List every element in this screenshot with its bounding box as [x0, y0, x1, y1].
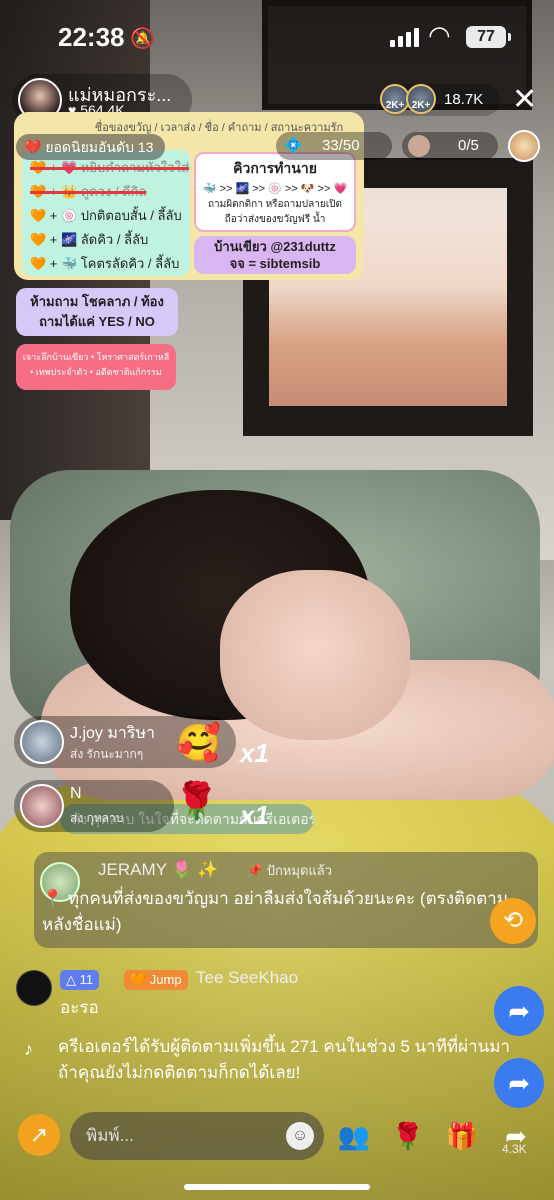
home-line: จจ = sibtemsib — [229, 256, 321, 271]
gift-menu-item: 🧡 + 👑 ดูดวง / ดีกิล — [30, 184, 147, 199]
system-message: ♪ ครีเอเตอร์ได้รับผู้ติดตามเพิ่มขึ้น 271… — [24, 1034, 524, 1086]
share-icon[interactable]: ➦ — [494, 1058, 544, 1108]
gift-count: x1 — [240, 738, 269, 768]
pinned-username: JERAMY 🌷 ✨ — [98, 860, 219, 879]
viewer-avatar-2[interactable]: 2K+ — [406, 84, 436, 114]
gift-sender-avatar[interactable] — [20, 720, 64, 764]
home-card: บ้านเขียว @231duttz จจ = sibtemsib — [194, 236, 356, 274]
wifi-icon: ◠ — [428, 20, 451, 50]
commenter-name: Tee SeeKhao — [196, 968, 299, 987]
rose-gift-icon: 🌹 — [174, 780, 219, 821]
pinned-label: 📌 ปักหมุดแล้ว — [246, 863, 333, 878]
rules-line: เจาะลึกบ้านเขียว • โหราศาสตร์เกาหลี — [22, 352, 170, 362]
gift-icon[interactable]: 🎁 — [442, 1116, 482, 1156]
share-count: 4.3K — [502, 1142, 527, 1156]
viewer-count[interactable]: 18.7K — [444, 91, 483, 108]
rules-card-1: ห้ามถาม โชคลาภ / ท้อง ถามได้แค่ YES / NO — [16, 288, 178, 336]
comment-placeholder: พิมพ์... — [86, 1126, 134, 1145]
queue-card: คิวการทำนาย 🐳 >> 🌌 >> 🍥 >> 🐶 >> 💗 ถามผิด… — [194, 152, 356, 232]
pinned-text: 📍 ทุกคนที่ส่งของขวัญมา อย่าลืมส่งใจส้มด้… — [42, 889, 508, 934]
home-line: บ้านเขียว @231duttz — [214, 239, 336, 254]
commenter-avatar[interactable] — [16, 970, 52, 1006]
status-bar: 22:38 🔕 ◠ 77 — [0, 0, 554, 72]
rules-line: ห้ามถาม โชคลาภ / ท้อง — [30, 294, 164, 309]
ranking-badge[interactable]: 💔 ยอดนิยมอันดับ 13 — [16, 134, 166, 160]
gift-sender-name: J.joy มาริษา — [70, 725, 155, 742]
multi-guest-icon[interactable]: 👥 — [334, 1116, 374, 1156]
comment-text: อะรอ — [60, 998, 99, 1017]
queue-note: ถามผิดกติกา หรือถามปลายเปิด — [207, 199, 343, 210]
quick-action-icon[interactable]: ↗ — [18, 1114, 60, 1156]
system-message-text: ครีเอเตอร์ได้รับผู้ติดตามเพิ่มขึ้น 271 ค… — [58, 1037, 510, 1082]
hug-gift-icon: 🥰 — [176, 722, 221, 763]
rose-icon[interactable]: 🌹 — [388, 1116, 428, 1156]
event-badge-icon[interactable] — [508, 130, 540, 162]
gift-goal[interactable]: 💠 33/50 — [276, 132, 392, 160]
diamond-icon: 💠 — [284, 137, 303, 154]
gift-goal-progress: 33/50 — [322, 137, 360, 154]
rules-line: • เทพประจำตัว • อดีตชาติแก้กรรม — [30, 367, 162, 377]
gift-menu-item: 🧡 + 🐳 โคตรลัดคิว / ลี้ลับ — [30, 256, 180, 271]
gift-sender-avatar[interactable] — [20, 784, 64, 828]
level-badge: △ 11 — [60, 970, 100, 990]
bell-muted-icon: 🔕 — [130, 28, 155, 50]
gift-count: x1 — [240, 800, 269, 830]
comment-input[interactable]: พิมพ์... ☺ — [70, 1112, 324, 1160]
battery-icon: 77 — [466, 26, 511, 48]
bottom-bar: ↗ พิมพ์... ☺ 👥 🌹 🎁 ➦ 4.3K — [0, 1106, 554, 1166]
share-icon[interactable]: ➦ — [494, 986, 544, 1036]
match-progress[interactable]: 0/5 — [402, 132, 498, 160]
rules-card-2: เจาะลึกบ้านเขียว • โหราศาสตร์เกาหลี • เท… — [16, 344, 176, 390]
tiktok-icon: ♪ — [24, 1039, 33, 1059]
queue-note: ถือว่าส่งของขวัญฟรี น้ำ — [224, 214, 326, 225]
gift-menu-list: 🧡 + 💗 หยิบคำถามหัวใจใส่ 🧡 + 👑 ดูดวง / ดี… — [22, 150, 190, 276]
pinned-comment[interactable]: JERAMY 🌷 ✨ 📌 ปักหมุดแล้ว 📍 ทุกคนที่ส่งขอ… — [34, 852, 538, 948]
gift-sender-name: N — [70, 785, 82, 802]
emoji-icon[interactable]: ☺ — [286, 1122, 314, 1150]
match-value: 0/5 — [458, 137, 479, 154]
home-indicator[interactable] — [184, 1184, 370, 1190]
queue-flow: 🐳 >> 🌌 >> 🍥 >> 🐶 >> 💗 — [202, 183, 348, 195]
close-icon[interactable]: ✕ — [512, 85, 537, 115]
gift-notification[interactable]: N ส่ง กุหลาบ — [14, 780, 174, 832]
status-time: 22:38 — [58, 22, 125, 52]
gift-text: ส่ง รักนะมากๆ — [70, 747, 144, 761]
repost-icon[interactable]: ⟲ — [490, 898, 536, 944]
gift-menu-item: 🧡 + 🌌 ลัดคิว / ลี้ลับ — [30, 232, 149, 247]
fan-badge: 🧡 Jump — [124, 970, 188, 990]
gift-menu-item: 🧡 + 🍥 ปกติตอบสั้น / ลี้ลับ — [30, 208, 182, 223]
match-avatar — [408, 135, 430, 157]
cellular-signal-icon — [390, 28, 419, 47]
gift-text: ส่ง กุหลาบ — [70, 811, 124, 825]
chat-comment[interactable]: △ 11 🧡 Jump Tee SeeKhao อะรอ — [16, 968, 376, 1018]
rules-line: ถามได้แค่ YES / NO — [39, 314, 155, 329]
top-viewers[interactable]: 2K+ 2K+ 18.7K — [380, 84, 500, 116]
queue-title: คิวการทำนาย — [233, 160, 317, 176]
